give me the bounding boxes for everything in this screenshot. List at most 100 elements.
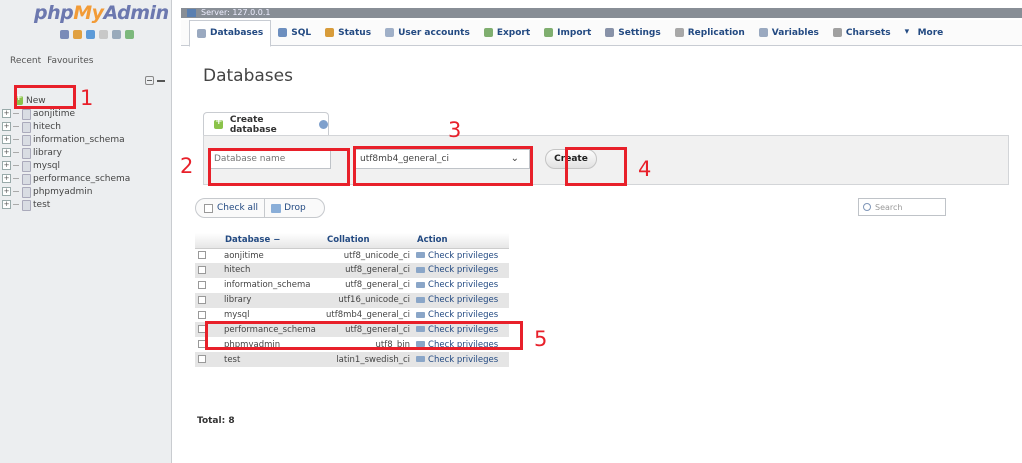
tree-item-mysql[interactable]: + mysql (2, 159, 170, 172)
check-privileges-action[interactable]: Check privileges (413, 292, 510, 308)
help-icon[interactable] (319, 120, 329, 129)
tab-user-accounts[interactable]: User accounts (378, 20, 477, 46)
header-database[interactable]: Database − (221, 233, 323, 249)
database-name-input[interactable] (209, 149, 331, 169)
tab-more[interactable]: ▾ More (898, 20, 951, 46)
expand-icon[interactable]: + (2, 187, 11, 196)
tab-replication[interactable]: Replication (668, 20, 752, 46)
tab-charsets[interactable]: Charsets (826, 20, 898, 46)
quick-link-icon[interactable] (99, 30, 108, 39)
quick-link-icon[interactable] (125, 30, 134, 39)
privileges-icon (416, 296, 426, 303)
tab-settings[interactable]: Settings (598, 20, 667, 46)
tree-item-label: mysql (33, 160, 60, 171)
database-name-link[interactable]: performance_schema (221, 322, 323, 338)
create-button[interactable]: Create (545, 149, 597, 169)
check-privileges-action[interactable]: Check privileges (413, 337, 510, 353)
database-icon (197, 28, 206, 38)
check-privileges-action[interactable]: Check privileges (413, 277, 510, 293)
search-input[interactable]: Search (858, 198, 946, 216)
check-privileges-action[interactable]: Check privileges (413, 262, 510, 278)
tab-label: Replication (687, 27, 745, 38)
quick-link-icon[interactable] (112, 30, 121, 39)
row-checkbox[interactable] (198, 310, 206, 319)
expand-icon[interactable]: + (2, 148, 11, 157)
collapse-all-icon[interactable] (145, 76, 154, 85)
tab-sql[interactable]: SQL (271, 20, 318, 46)
check-privileges-link[interactable]: Check privileges (428, 265, 498, 275)
tree-item-performance_schema[interactable]: + performance_schema (2, 172, 170, 185)
tree-item-test[interactable]: + test (2, 198, 170, 211)
check-privileges-link[interactable]: Check privileges (428, 340, 498, 350)
expand-icon[interactable]: + (2, 161, 11, 170)
row-checkbox[interactable] (198, 251, 206, 260)
row-checkbox[interactable] (198, 340, 206, 349)
annotation-label-4: 4 (638, 157, 652, 181)
row-checkbox[interactable] (198, 325, 206, 334)
server-label[interactable]: Server: 127.0.0.1 (201, 8, 271, 17)
tab-label: Variables (771, 27, 819, 38)
row-checkbox[interactable] (198, 355, 206, 364)
row-checkbox[interactable] (198, 265, 206, 274)
tab-status[interactable]: Status (318, 20, 378, 46)
check-privileges-link[interactable]: Check privileges (428, 355, 498, 365)
quick-link-icon[interactable] (86, 30, 95, 39)
quick-link-icon[interactable] (73, 30, 82, 39)
table-row: performance_schema utf8_general_ci Check p… (195, 322, 510, 338)
unlink-icon[interactable] (157, 80, 165, 82)
database-name-link[interactable]: phpmyadmin (221, 337, 323, 353)
tree-item-library[interactable]: + library (2, 146, 170, 159)
check-privileges-action[interactable]: Check privileges (413, 248, 510, 263)
check-all-checkbox[interactable] (204, 203, 213, 213)
collation-cell: latin1_swedish_ci (323, 352, 414, 368)
database-name-link[interactable]: hitech (221, 262, 323, 278)
quick-link-icon[interactable] (60, 30, 69, 39)
phpmyadmin-logo[interactable]: phpMyAdmin (34, 2, 169, 24)
tab-export[interactable]: Export (477, 20, 537, 46)
expand-icon[interactable]: + (2, 135, 11, 144)
database-name-link[interactable]: mysql (221, 307, 323, 323)
tab-databases[interactable]: Databases (189, 19, 272, 47)
replication-icon (674, 28, 684, 37)
row-checkbox[interactable] (198, 280, 206, 289)
row-checkbox[interactable] (198, 295, 206, 304)
favourites-tab[interactable]: Favourites (47, 56, 93, 66)
check-privileges-action[interactable]: Check privileges (413, 352, 510, 368)
header-label: Database (225, 235, 271, 246)
collation-cell: utf16_unicode_ci (323, 292, 414, 308)
check-privileges-action[interactable]: Check privileges (413, 322, 510, 338)
tab-label: More (917, 27, 944, 38)
drop-button[interactable]: Drop (284, 203, 306, 213)
check-privileges-link[interactable]: Check privileges (428, 310, 498, 320)
check-all-label[interactable]: Check all (217, 203, 258, 213)
database-name-link[interactable]: library (221, 292, 323, 308)
expand-icon[interactable]: + (2, 200, 11, 209)
divider (264, 198, 266, 218)
server-icon (187, 9, 196, 17)
check-privileges-link[interactable]: Check privileges (428, 295, 498, 305)
recent-tab[interactable]: Recent (10, 56, 41, 66)
tree-item-information_schema[interactable]: + information_schema (2, 133, 170, 146)
tab-import[interactable]: Import (537, 20, 598, 46)
collation-select[interactable]: utf8mb4_general_ci ⌄ (355, 149, 530, 169)
search-placeholder: Search (875, 202, 903, 212)
expand-icon[interactable]: + (2, 174, 11, 183)
check-privileges-link[interactable]: Check privileges (428, 280, 498, 290)
header-collation[interactable]: Collation (323, 233, 414, 249)
database-name-link[interactable]: aonjitime (221, 248, 323, 263)
tree-item-hitech[interactable]: + hitech (2, 120, 170, 133)
privileges-icon (416, 252, 426, 259)
tree-item-label: phpmyadmin (33, 186, 93, 197)
check-privileges-link[interactable]: Check privileges (428, 251, 498, 261)
check-privileges-link[interactable]: Check privileges (428, 325, 498, 335)
expand-icon[interactable]: + (2, 122, 11, 131)
charsets-icon (832, 28, 842, 37)
database-icon (21, 186, 31, 198)
collation-selected-value: utf8mb4_general_ci (360, 154, 449, 164)
tree-item-phpmyadmin[interactable]: + phpmyadmin (2, 185, 170, 198)
database-name-link[interactable]: information_schema (221, 277, 323, 293)
check-privileges-action[interactable]: Check privileges (413, 307, 510, 323)
database-name-link[interactable]: test (221, 352, 323, 368)
tab-variables[interactable]: Variables (752, 20, 826, 46)
expand-icon[interactable]: + (2, 109, 11, 118)
